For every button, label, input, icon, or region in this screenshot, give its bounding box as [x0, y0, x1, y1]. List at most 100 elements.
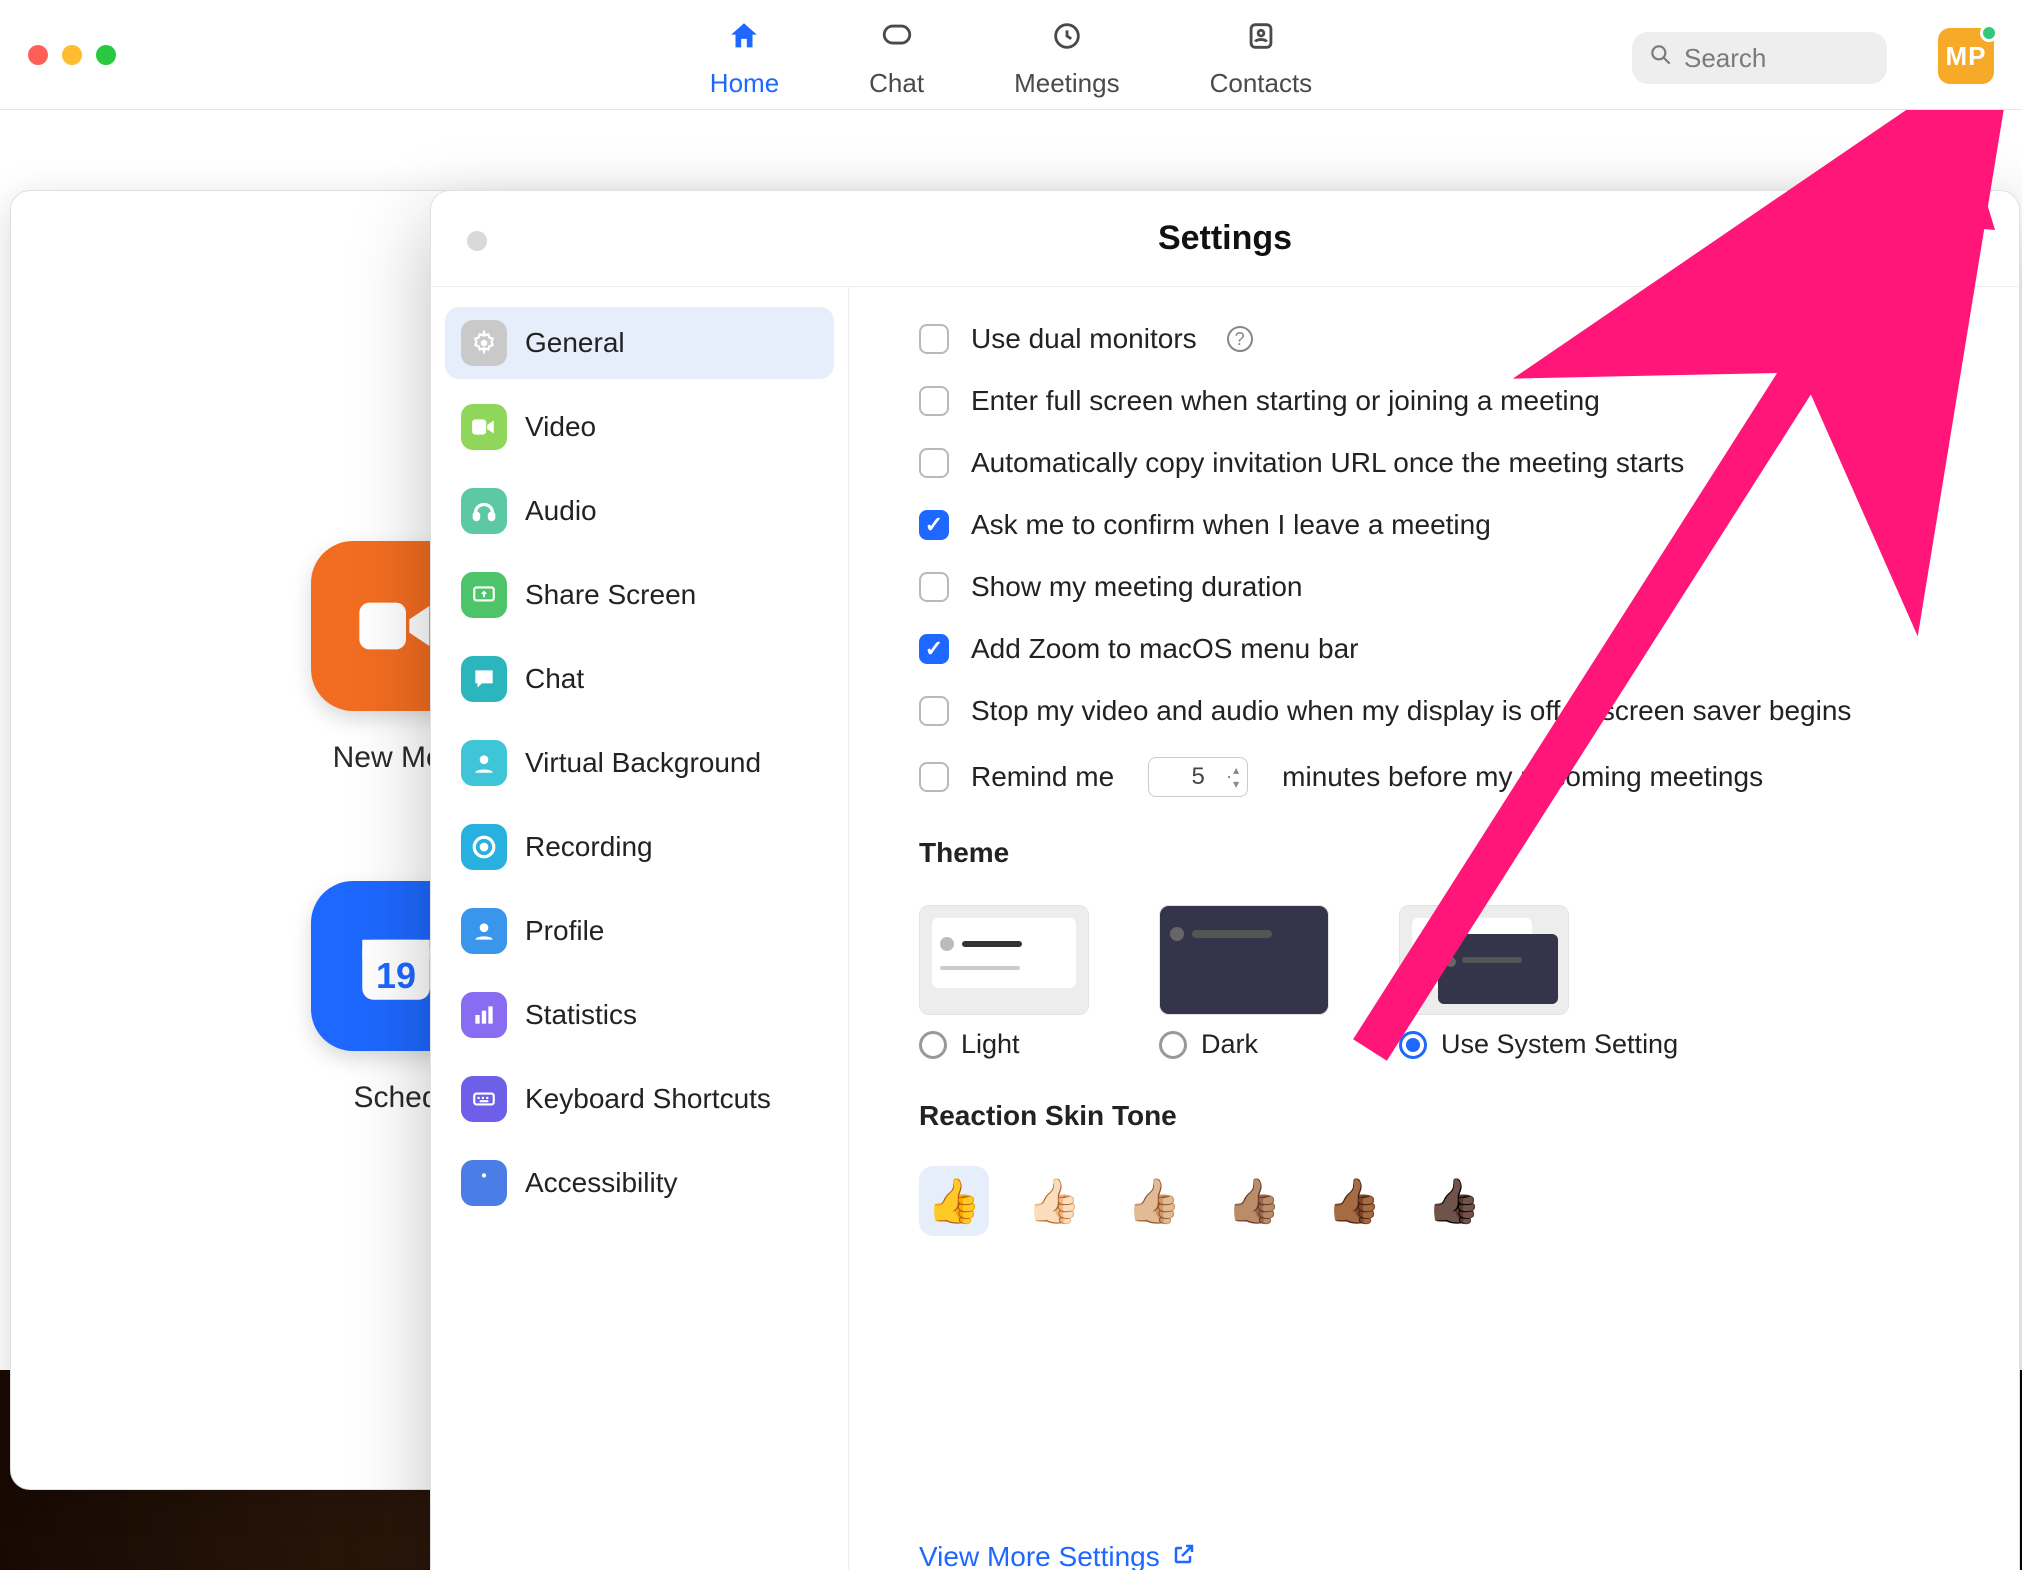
theme-option-dark[interactable]: Dark — [1159, 905, 1329, 1060]
skin-tone-option[interactable]: 👍🏾 — [1319, 1166, 1389, 1236]
nav-tab-label: Contacts — [1210, 68, 1313, 99]
stepper-value: 5 — [1191, 763, 1204, 791]
sidebar-item-keyboard-shortcuts[interactable]: Keyboard Shortcuts — [445, 1063, 834, 1135]
sidebar-item-label: Keyboard Shortcuts — [525, 1083, 771, 1115]
theme-option-system[interactable]: Use System Setting — [1399, 905, 1678, 1060]
link-label: View More Settings — [919, 1541, 1160, 1570]
help-icon[interactable]: ? — [1227, 326, 1253, 352]
checkbox[interactable] — [919, 572, 949, 602]
external-link-icon — [1172, 1541, 1196, 1570]
radio[interactable] — [919, 1031, 947, 1059]
skin-tone-option[interactable]: 👍🏻 — [1019, 1166, 1089, 1236]
avatar[interactable]: MP — [1938, 28, 1994, 84]
share-screen-icon — [461, 572, 507, 618]
theme-thumb-system — [1399, 905, 1569, 1015]
skin-tone-option[interactable]: 👍 — [919, 1166, 989, 1236]
view-more-settings-link[interactable]: View More Settings — [919, 1401, 1949, 1570]
checkbox[interactable] — [919, 762, 949, 792]
option-fullscreen: Enter full screen when starting or joini… — [919, 385, 1949, 417]
home-icon — [727, 19, 761, 60]
sidebar-item-recording[interactable]: Recording — [445, 811, 834, 883]
headphones-icon — [461, 488, 507, 534]
option-label: Ask me to confirm when I leave a meeting — [971, 509, 1491, 541]
avatar-initials: MP — [1946, 41, 1987, 72]
search-placeholder: Search — [1684, 43, 1766, 74]
close-window-dot[interactable] — [28, 45, 48, 65]
gear-icon[interactable] — [1962, 136, 1994, 168]
record-icon — [461, 824, 507, 870]
radio[interactable] — [1399, 1031, 1427, 1059]
option-remind-me: Remind me 5 ▴▾ minutes before my upcomin… — [919, 757, 1949, 797]
option-dual-monitors: Use dual monitors ? — [919, 323, 1949, 355]
settings-content: Use dual monitors ? Enter full screen wh… — [849, 287, 2019, 1570]
sidebar-item-general[interactable]: General — [445, 307, 834, 379]
sidebar-item-label: Share Screen — [525, 579, 696, 611]
minutes-stepper[interactable]: 5 ▴▾ — [1148, 757, 1248, 797]
option-label-prefix: Remind me — [971, 761, 1114, 793]
nav-tab-contacts[interactable]: Contacts — [1210, 19, 1313, 99]
video-icon — [461, 404, 507, 450]
clock-icon — [1050, 19, 1084, 60]
search-icon — [1648, 42, 1674, 75]
option-add-menubar: Add Zoom to macOS menu bar — [919, 633, 1949, 665]
header: Home Chat Meetings Contacts Search MP — [0, 0, 2022, 110]
sidebar-item-statistics[interactable]: Statistics — [445, 979, 834, 1051]
option-label: Stop my video and audio when my display … — [971, 695, 1851, 727]
person-icon — [461, 740, 507, 786]
checkbox[interactable] — [919, 386, 949, 416]
option-show-duration: Show my meeting duration — [919, 571, 1949, 603]
checkbox[interactable] — [919, 696, 949, 726]
theme-selector: Light Dark Use System Setting — [919, 905, 1949, 1060]
sidebar-item-share-screen[interactable]: Share Screen — [445, 559, 834, 631]
nav-tab-chat[interactable]: Chat — [869, 19, 924, 99]
search-input[interactable]: Search — [1632, 32, 1887, 84]
settings-title: Settings — [1158, 219, 1292, 258]
settings-close-dot[interactable] — [467, 231, 487, 251]
option-label: Use dual monitors — [971, 323, 1197, 355]
chat-icon — [461, 656, 507, 702]
sidebar-item-chat[interactable]: Chat — [445, 643, 834, 715]
theme-thumb-light — [919, 905, 1089, 1015]
checkbox[interactable] — [919, 448, 949, 478]
minimize-window-dot[interactable] — [62, 45, 82, 65]
nav-tab-label: Home — [710, 68, 779, 99]
presence-dot — [1980, 24, 1998, 42]
sidebar-item-label: Audio — [525, 495, 597, 527]
nav-tab-meetings[interactable]: Meetings — [1014, 19, 1120, 99]
theme-label: Dark — [1201, 1029, 1258, 1060]
nav-tab-home[interactable]: Home — [710, 19, 779, 99]
settings-sidebar: General Video Audio Share Screen Chat — [431, 287, 849, 1570]
skin-tone-option[interactable]: 👍🏼 — [1119, 1166, 1189, 1236]
calendar-day: 19 — [376, 955, 416, 997]
sidebar-item-label: Chat — [525, 663, 584, 695]
chat-icon — [880, 19, 914, 60]
chevron-up-down-icon: ▴▾ — [1233, 763, 1239, 791]
skin-tone-option[interactable]: 👍🏿 — [1419, 1166, 1489, 1236]
skin-tone-heading: Reaction Skin Tone — [919, 1100, 1949, 1132]
fullscreen-window-dot[interactable] — [96, 45, 116, 65]
checkbox[interactable] — [919, 510, 949, 540]
sidebar-item-video[interactable]: Video — [445, 391, 834, 463]
settings-window: Settings General Video Audio Share S — [430, 190, 2020, 1570]
sidebar-item-profile[interactable]: Profile — [445, 895, 834, 967]
nav-tab-label: Meetings — [1014, 68, 1120, 99]
theme-option-light[interactable]: Light — [919, 905, 1089, 1060]
sidebar-item-label: Statistics — [525, 999, 637, 1031]
profile-icon — [461, 908, 507, 954]
option-stop-on-sleep: Stop my video and audio when my display … — [919, 695, 1949, 727]
checkbox[interactable] — [919, 634, 949, 664]
sidebar-item-label: Profile — [525, 915, 604, 947]
checkbox[interactable] — [919, 324, 949, 354]
theme-thumb-dark — [1159, 905, 1329, 1015]
sidebar-item-virtual-background[interactable]: Virtual Background — [445, 727, 834, 799]
window-traffic-lights[interactable] — [28, 45, 116, 65]
option-label: Enter full screen when starting or joini… — [971, 385, 1600, 417]
nav-tabs: Home Chat Meetings Contacts — [710, 11, 1312, 99]
tile-label: Sched — [353, 1081, 438, 1115]
skin-tone-option[interactable]: 👍🏽 — [1219, 1166, 1289, 1236]
sidebar-item-audio[interactable]: Audio — [445, 475, 834, 547]
radio[interactable] — [1159, 1031, 1187, 1059]
option-label: Add Zoom to macOS menu bar — [971, 633, 1359, 665]
sidebar-item-label: General — [525, 327, 625, 359]
sidebar-item-accessibility[interactable]: Accessibility — [445, 1147, 834, 1219]
